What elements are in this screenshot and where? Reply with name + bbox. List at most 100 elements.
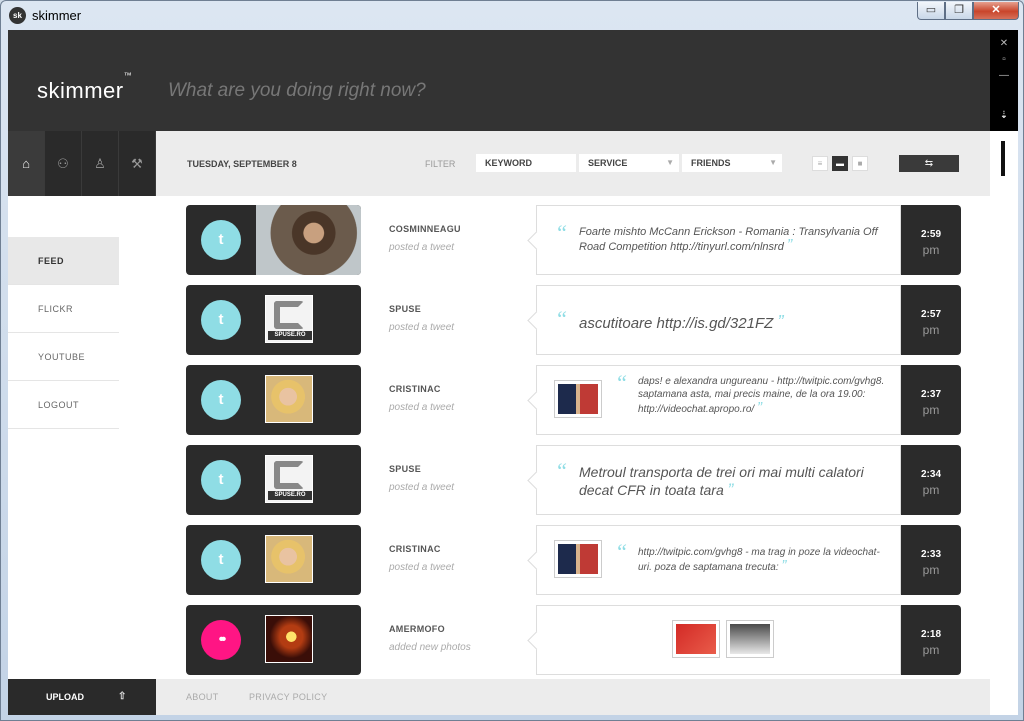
action-text: added new photos — [389, 642, 471, 653]
time-text: 2:37 — [920, 389, 941, 400]
close-button[interactable]: ✕ — [973, 2, 1019, 20]
time-text: 2:59 — [920, 229, 941, 240]
app-area: skimmer™ ✕ ▫ — ⇣ ⌂ ⚇ ♙ ⚒ TUESDAY, SEPTEM… — [8, 30, 1018, 715]
message-text: Metroul transporta de trei ori mai multi… — [579, 463, 879, 499]
message-link[interactable]: http://tinyurl.com/nlnsrd — [670, 241, 784, 253]
quote-close-icon: ” — [727, 480, 734, 499]
twitter-icon: t — [201, 380, 241, 420]
grid-view-button[interactable]: ■ — [852, 156, 868, 171]
photo-thumbnail[interactable] — [672, 620, 720, 658]
photo-thumbnail[interactable] — [554, 380, 602, 418]
wrench-icon[interactable]: ⚒ — [119, 131, 156, 196]
close-icon[interactable]: ✕ — [990, 38, 1018, 49]
maximize-button[interactable]: ❐ — [945, 2, 973, 20]
restore-icon[interactable]: ▫ — [990, 54, 1018, 65]
home-icon[interactable]: ⌂ — [8, 131, 45, 196]
friends-label: FRIENDS — [691, 158, 731, 168]
list-view-button[interactable]: ≡ — [812, 156, 828, 171]
filter-label: FILTER — [425, 159, 456, 169]
minimize-button[interactable]: ▭ — [917, 2, 945, 20]
message-text: daps! e alexandra ungureanu - http://twi… — [638, 375, 888, 416]
avatar[interactable] — [265, 615, 313, 663]
feed-item: t SPUSE.RO SPUSE posted a tweet “ Metrou… — [186, 445, 961, 515]
message-link[interactable]: http://twitpic.com/gvhg8 — [638, 547, 743, 558]
avatar[interactable] — [265, 375, 313, 423]
menu-item-flickr[interactable]: FLICKR — [8, 285, 119, 333]
upload-button[interactable]: UPLOAD ⇧ — [8, 679, 156, 715]
quote-open-icon: “ — [555, 306, 568, 331]
scrollbar-thumb[interactable] — [1001, 141, 1005, 176]
compact-view-button[interactable]: ▬ — [832, 156, 848, 171]
thumbnail-image — [558, 544, 598, 574]
username[interactable]: CRISTINAC — [389, 384, 441, 394]
service-label: SERVICE — [588, 158, 628, 168]
message-link[interactable]: http://videochat.apropo.ro/ — [638, 404, 754, 415]
action-text: posted a tweet — [389, 562, 455, 573]
thumbnail-image — [676, 624, 716, 654]
username[interactable]: SPUSE — [389, 464, 421, 474]
ampm-text: pm — [922, 323, 940, 337]
flickr-icon: •• — [201, 620, 241, 660]
person-icon[interactable]: ♙ — [82, 131, 119, 196]
service-select[interactable]: SERVICE ▼ — [579, 154, 679, 172]
spuse-logo-text: SPUSE.RO — [268, 331, 312, 340]
ampm-text: pm — [922, 643, 940, 657]
timestamp: 2:18 pm — [901, 605, 961, 675]
chevron-down-icon: ▼ — [769, 158, 777, 167]
about-link[interactable]: ABOUT — [186, 692, 219, 702]
avatar[interactable] — [256, 205, 361, 275]
message-link[interactable]: http://is.gd/321FZ — [657, 315, 774, 332]
avatar-block: t — [186, 525, 361, 595]
avatar[interactable]: SPUSE.RO — [265, 295, 313, 343]
status-input[interactable] — [168, 80, 728, 102]
chevron-down-icon: ▼ — [666, 158, 674, 167]
quote-close-icon: ” — [756, 399, 762, 416]
quote-close-icon: ” — [781, 557, 787, 574]
menu-item-youtube[interactable]: YOUTUBE — [8, 333, 119, 381]
menu-item-feed[interactable]: FEED — [8, 237, 119, 285]
message-part: ascutitoare — [579, 315, 657, 332]
message-link[interactable]: http://twitpic.com/gvhg8 — [777, 376, 882, 387]
thumbnail-image — [558, 384, 598, 414]
avatar-block: t SPUSE.RO — [186, 445, 361, 515]
quote-open-icon: “ — [555, 458, 568, 483]
ampm-text: pm — [922, 483, 940, 497]
toolbar: TUESDAY, SEPTEMBER 8 FILTER KEYWORD SERV… — [156, 131, 990, 196]
window-controls: ▭ ❐ ✕ — [917, 2, 1019, 20]
minimize-icon[interactable]: — — [990, 70, 1018, 81]
top-bar: skimmer™ ✕ ▫ — ⇣ — [8, 30, 1018, 131]
collapse-icon[interactable]: ⇣ — [990, 110, 1018, 121]
menu-item-logout[interactable]: LOGOUT — [8, 381, 119, 429]
twitter-icon: t — [201, 460, 241, 500]
ampm-text: pm — [922, 403, 940, 417]
username[interactable]: SPUSE — [389, 304, 421, 314]
username[interactable]: AMERMOFO — [389, 624, 445, 634]
current-date: TUESDAY, SEPTEMBER 8 — [187, 159, 297, 169]
keyword-input[interactable]: KEYWORD — [476, 154, 576, 172]
keyword-label: KEYWORD — [485, 158, 532, 168]
time-text: 2:18 — [920, 629, 941, 640]
friends-select[interactable]: FRIENDS ▼ — [682, 154, 782, 172]
upload-label: UPLOAD — [46, 692, 84, 702]
avatar-block: t SPUSE.RO — [186, 285, 361, 355]
scrollbar[interactable] — [1000, 131, 1018, 679]
username[interactable]: COSMINNEAGU — [389, 224, 461, 234]
photo-thumbnail[interactable] — [554, 540, 602, 578]
photo-thumbnail[interactable] — [726, 620, 774, 658]
friends-icon[interactable]: ⚇ — [45, 131, 82, 196]
privacy-policy-link[interactable]: PRIVACY POLICY — [249, 692, 327, 702]
avatar[interactable]: SPUSE.RO — [265, 455, 313, 503]
spuse-logo-text: SPUSE.RO — [268, 491, 312, 500]
feed-item: t SPUSE.RO SPUSE posted a tweet “ ascuti… — [186, 285, 961, 355]
time-text: 2:33 — [920, 549, 941, 560]
refresh-button[interactable]: ⇆ — [899, 155, 959, 172]
logo: skimmer™ — [37, 71, 132, 104]
window-titlebar[interactable]: sk skimmer ▭ ❐ ✕ — [1, 1, 1023, 30]
quote-open-icon: “ — [555, 220, 568, 245]
action-text: posted a tweet — [389, 482, 455, 493]
username[interactable]: CRISTINAC — [389, 544, 441, 554]
quote-open-icon: “ — [615, 370, 628, 395]
avatar[interactable] — [265, 535, 313, 583]
spuse-logo-shape — [274, 461, 304, 489]
message-bubble: “ Foarte mishto McCann Erickson - Romani… — [536, 205, 901, 275]
